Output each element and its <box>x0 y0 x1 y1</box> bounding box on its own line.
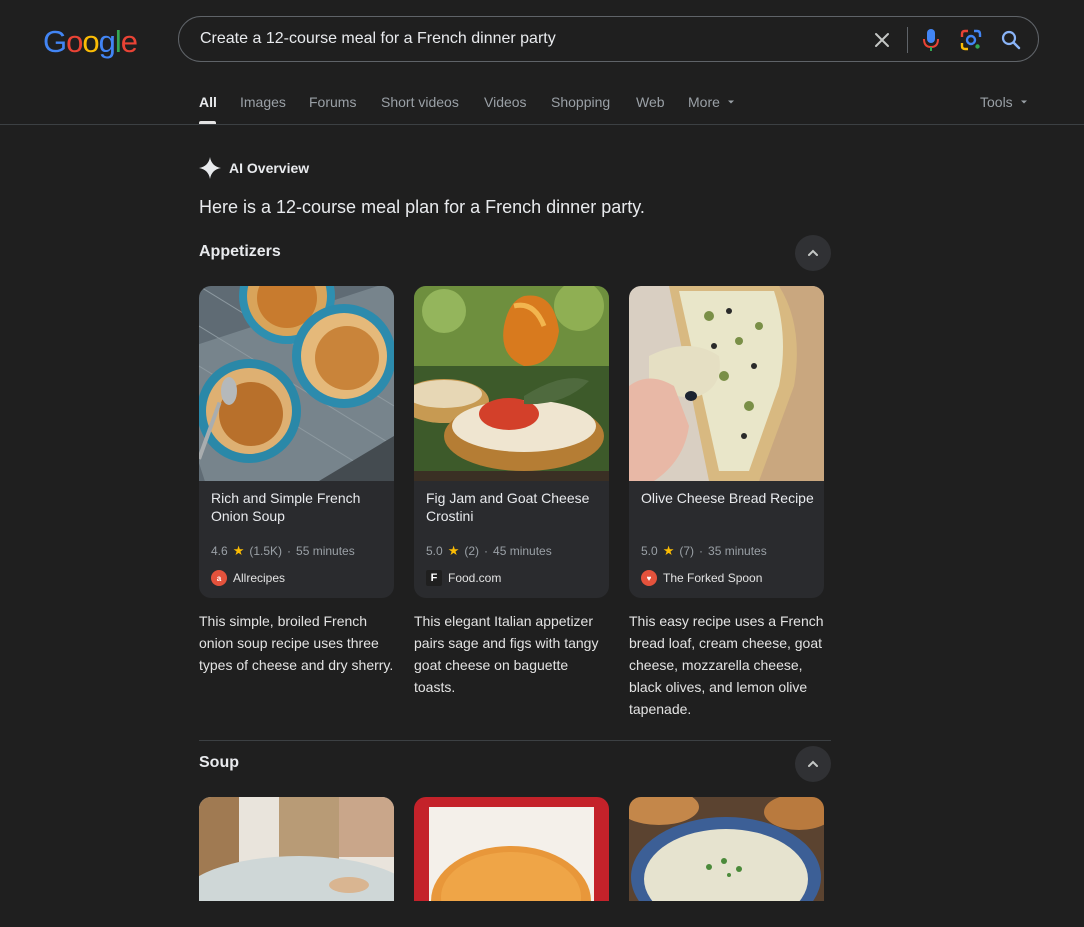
recipe-time: 55 minutes <box>296 544 355 558</box>
star-icon: ★ <box>232 543 245 558</box>
search-icon[interactable] <box>999 28 1023 52</box>
collapse-appetizers-button[interactable] <box>795 235 831 271</box>
recipe-meta: 5.0 ★ (7) · 35 minutes <box>641 543 767 559</box>
ai-overview-label: AI Overview <box>229 160 310 176</box>
recipe-source[interactable]: a Allrecipes <box>211 570 285 586</box>
ai-overview-header: AI Overview <box>199 157 309 179</box>
section-title-soup: Soup <box>199 754 239 771</box>
tab-shopping[interactable]: Shopping <box>551 94 610 110</box>
collapse-soup-button[interactable] <box>795 746 831 782</box>
recipe-title[interactable]: Olive Cheese Bread Recipe <box>641 489 816 507</box>
tab-forums[interactable]: Forums <box>309 94 356 110</box>
recipe-card[interactable]: Rich and Simple French Onion Soup 4.6 ★ … <box>199 286 394 598</box>
recipe-description: This simple, broiled French onion soup r… <box>199 613 394 673</box>
recipe-card[interactable]: Fig Jam and Goat Cheese Crostini 5.0 ★ (… <box>414 286 609 598</box>
recipe-rating: 5.0 <box>641 544 658 558</box>
soup-image[interactable] <box>629 797 824 927</box>
recipe-description: This easy recipe uses a French bread loa… <box>629 613 824 717</box>
recipe-source-name: Allrecipes <box>233 571 286 585</box>
recipe-meta: 5.0 ★ (2) · 45 minutes <box>426 543 552 559</box>
recipe-image-crostini <box>414 286 609 481</box>
allrecipes-favicon: a <box>211 570 227 586</box>
section-divider <box>199 740 831 741</box>
caret-down-icon <box>1020 100 1027 104</box>
tab-all[interactable]: All <box>199 94 217 110</box>
recipe-review-count: (2) <box>464 544 480 558</box>
tab-videos[interactable]: Videos <box>484 94 527 110</box>
search-box[interactable]: Create a 12-course meal for a French din… <box>178 16 1039 62</box>
meta-separator: · <box>699 544 704 558</box>
recipe-source-name: Food.com <box>448 571 502 585</box>
sparkle-icon <box>199 157 221 179</box>
lens-icon[interactable] <box>959 28 983 52</box>
recipe-meta: 4.6 ★ (1.5K) · 55 minutes <box>211 543 355 559</box>
forked-spoon-favicon: ♥ <box>641 570 657 586</box>
header-divider <box>0 124 1084 125</box>
soup-image[interactable] <box>199 797 394 927</box>
recipe-source-name: The Forked Spoon <box>663 571 763 585</box>
search-divider <box>907 27 908 53</box>
star-icon: ★ <box>447 543 460 558</box>
recipe-card[interactable]: Olive Cheese Bread Recipe 5.0 ★ (7) · 35… <box>629 286 824 598</box>
google-logo[interactable]: Google <box>43 24 138 60</box>
tab-web[interactable]: Web <box>636 94 665 110</box>
recipe-review-count: (1.5K) <box>249 544 283 558</box>
recipe-rating: 5.0 <box>426 544 443 558</box>
tab-more-label: More <box>688 94 720 110</box>
food-com-favicon: F <box>426 570 442 586</box>
recipe-review-count: (7) <box>679 544 695 558</box>
tools-button[interactable]: Tools <box>980 94 1029 110</box>
ai-overview-intro: Here is a 12-course meal plan for a Fren… <box>199 197 645 217</box>
recipe-rating: 4.6 <box>211 544 228 558</box>
recipe-time: 45 minutes <box>493 544 552 558</box>
recipe-title[interactable]: Fig Jam and Goat Cheese Crostini <box>426 489 601 525</box>
section-title-appetizers: Appetizers <box>199 243 281 260</box>
recipe-description: This elegant Italian appetizer pairs sag… <box>414 613 599 695</box>
recipe-source[interactable]: ♥ The Forked Spoon <box>641 570 762 586</box>
caret-down-icon <box>727 100 734 104</box>
tab-short-videos[interactable]: Short videos <box>381 94 459 110</box>
chevron-up-icon <box>808 249 818 256</box>
star-icon: ★ <box>662 543 675 558</box>
recipe-time: 35 minutes <box>708 544 767 558</box>
soup-image[interactable] <box>414 797 609 927</box>
chevron-up-icon <box>808 760 818 767</box>
recipe-image-onion-soup <box>199 286 394 481</box>
tab-more[interactable]: More <box>688 94 736 110</box>
recipe-image-olive-bread <box>629 286 824 481</box>
tab-images[interactable]: Images <box>240 94 286 110</box>
tools-label: Tools <box>980 94 1013 110</box>
recipe-title[interactable]: Rich and Simple French Onion Soup <box>211 489 386 525</box>
recipe-source[interactable]: F Food.com <box>426 570 501 586</box>
close-icon[interactable] <box>870 28 894 52</box>
meta-separator: · <box>484 544 489 558</box>
mic-icon[interactable] <box>919 28 943 52</box>
search-input[interactable]: Create a 12-course meal for a French din… <box>200 30 556 48</box>
meta-separator: · <box>287 544 292 558</box>
